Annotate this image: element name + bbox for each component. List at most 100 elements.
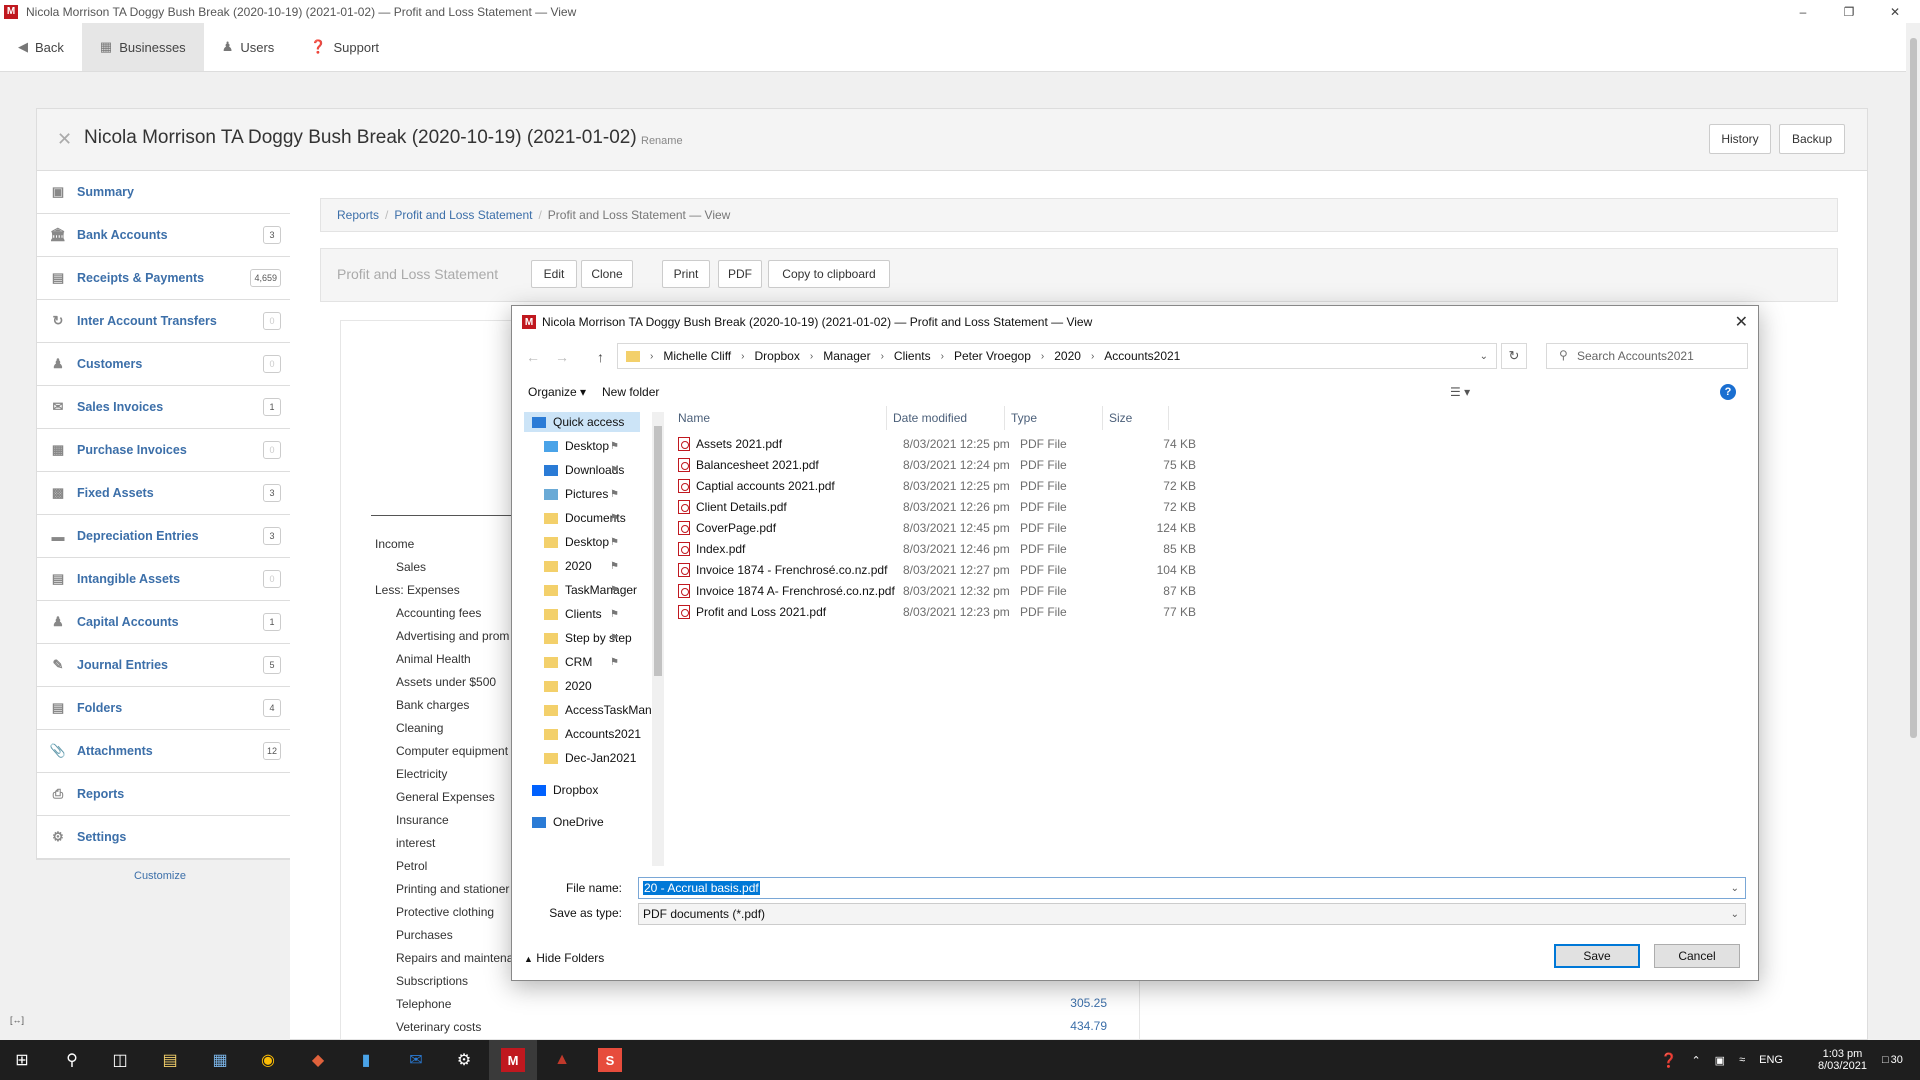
path-segment[interactable]: Clients [894,349,931,363]
maximize-button[interactable]: ❐ [1826,0,1872,23]
breadcrumb-reports[interactable]: Reports [337,208,379,222]
settings-icon[interactable]: ⚙ [452,1048,476,1072]
save-button[interactable]: Save [1554,944,1640,968]
sidebar-item-customers[interactable]: ♟ Customers 0 [37,343,291,386]
path-segment[interactable]: Dropbox [755,349,800,363]
sidebar-item-reports[interactable]: ⎙ Reports [37,773,291,816]
nav-item[interactable]: CRM ⚑ [544,652,619,672]
dialog-close-icon[interactable]: ✕ [1735,312,1748,332]
nav-item[interactable]: Downloads ⚑ [544,460,624,480]
nav-item[interactable]: Step by step ⚑ [544,628,632,648]
s-app-icon[interactable]: S [598,1048,622,1072]
chevron-up-icon[interactable]: ⌃ [1691,1054,1700,1067]
back-arrow-icon[interactable]: ← [526,349,540,365]
app-icon[interactable]: ◆ [306,1048,330,1072]
new-folder-button[interactable]: New folder [602,385,659,399]
save-as-type-select[interactable]: PDF documents (*.pdf) ⌄ [638,903,1746,925]
sidebar-item-bank-accounts[interactable]: 🏛 Bank Accounts 3 [37,214,291,257]
column-header-name[interactable]: Name [664,406,887,430]
page-scrollbar[interactable] [1906,23,1920,1040]
document-icon[interactable]: ▮ [354,1048,378,1072]
nav-item[interactable]: OneDrive [532,812,604,832]
sidebar-item-inter-account-transfers[interactable]: ↻ Inter Account Transfers 0 [37,300,291,343]
view-options-icon[interactable]: ☰ ▾ [1450,385,1470,399]
nav-item[interactable]: Pictures ⚑ [544,484,619,504]
notifications-button[interactable]: □ 30 [1882,1040,1903,1080]
sidebar-item-fixed-assets[interactable]: ▩ Fixed Assets 3 [37,472,291,515]
nav-item[interactable]: 2020 [544,676,592,696]
rename-link[interactable]: Rename [641,135,683,147]
search-input[interactable]: ⚲ Search Accounts2021 [1546,343,1748,369]
battery-icon[interactable]: ▣ [1715,1054,1725,1067]
nav-item[interactable]: Dropbox [532,780,598,800]
file-row[interactable]: Invoice 1874 - Frenchrosé.co.nz.pdf 8/03/… [678,562,1196,579]
manager-app-icon[interactable]: M [501,1048,525,1072]
file-row[interactable]: Index.pdf 8/03/2021 12:46 pm PDF File 85 KB [678,541,1196,558]
chevron-down-icon[interactable]: ⌄ [1731,883,1739,894]
customize-link[interactable]: Customize [134,870,186,882]
sidebar-item-folders[interactable]: ▤ Folders 4 [37,687,291,730]
sidebar-item-intangible-assets[interactable]: ▤ Intangible Assets 0 [37,558,291,601]
path-segment[interactable]: Peter Vroegop [954,349,1031,363]
chrome-icon[interactable]: ◉ [256,1048,280,1072]
column-header-size[interactable]: Size [1103,406,1169,430]
help-tray-icon[interactable]: ❓ [1660,1052,1677,1069]
nav-item[interactable]: Desktop ⚑ [544,436,619,456]
clone-button[interactable]: Clone [581,260,633,288]
path-segment[interactable]: Michelle Cliff [663,349,731,363]
help-icon[interactable]: ? [1720,384,1736,400]
chevron-down-icon[interactable]: ⌄ [1480,351,1488,362]
file-row[interactable]: Assets 2021.pdf 8/03/2021 12:25 pm PDF Fil… [678,436,1196,453]
support-tab[interactable]: ❓ Support [292,23,397,71]
navigation-pane-scrollbar[interactable] [652,412,664,866]
sidebar-item-attachments[interactable]: 📎 Attachments 12 [37,730,291,773]
nav-item[interactable]: Clients ⚑ [544,604,619,624]
windows-start-icon[interactable]: ⊞ [10,1048,34,1072]
nav-item[interactable]: Documents ⚑ [544,508,626,528]
file-row[interactable]: Invoice 1874 A- Frenchrosé.co.nz.pdf 8/03… [678,583,1196,600]
sidebar-item-depreciation-entries[interactable]: ▬ Depreciation Entries 3 [37,515,291,558]
address-bar[interactable]: › Michelle Cliff › Dropbox › Manager › C… [617,343,1497,369]
nav-item[interactable]: Quick access [524,412,640,432]
column-header-date[interactable]: Date modified [887,406,1005,430]
sidebar-item-sales-invoices[interactable]: ✉ Sales Invoices 1 [37,386,291,429]
close-window-button[interactable]: ✕ [1872,0,1918,23]
back-button[interactable]: ◀ Back [0,23,82,71]
file-row[interactable]: Balancesheet 2021.pdf 8/03/2021 12:24 pm P… [678,457,1196,474]
language-indicator[interactable]: ENG [1759,1054,1783,1066]
sidebar-item-journal-entries[interactable]: ✎ Journal Entries 5 [37,644,291,687]
refresh-button[interactable]: ↻ [1501,343,1527,369]
task-view-icon[interactable]: ◫ [108,1048,132,1072]
sidebar-item-settings[interactable]: ⚙ Settings [37,816,291,859]
nav-item[interactable]: TaskManager ⚑ [544,580,637,600]
file-name-input[interactable]: 20 - Accrual basis.pdf ⌄ [638,877,1746,899]
nav-item[interactable]: AccessTaskMana [544,700,653,720]
veterinary-value[interactable]: 434.79 [1037,1019,1107,1033]
wifi-icon[interactable]: ≈ [1739,1054,1745,1066]
column-header-type[interactable]: Type [1005,406,1103,430]
nav-item[interactable]: Dec-Jan2021 [544,748,636,768]
sidebar-item-purchase-invoices[interactable]: ▦ Purchase Invoices 0 [37,429,291,472]
page-scrollbar-thumb[interactable] [1910,38,1917,738]
search-icon[interactable]: ⚲ [60,1048,84,1072]
organize-button[interactable]: Organize ▾ [528,385,586,399]
nav-item[interactable]: Desktop ⚑ [544,532,619,552]
hide-folders-button[interactable]: ▲ Hide Folders [524,951,604,965]
navigation-pane-scrollbar-thumb[interactable] [654,426,662,676]
backup-button[interactable]: Backup [1779,124,1845,154]
acrobat-icon[interactable]: ▲ [550,1048,574,1072]
path-segment[interactable]: Manager [823,349,870,363]
expand-icon[interactable]: [↔] [10,1015,24,1025]
users-tab[interactable]: ♟ Users [204,23,293,71]
nav-item[interactable]: 2020 ⚑ [544,556,619,576]
copy-to-clipboard-button[interactable]: Copy to clipboard [768,260,890,288]
sidebar-item-capital-accounts[interactable]: ♟ Capital Accounts 1 [37,601,291,644]
minimize-button[interactable]: – [1780,0,1826,23]
path-segment[interactable]: Accounts2021 [1104,349,1180,363]
businesses-tab[interactable]: ▦ Businesses [81,23,204,71]
nav-item[interactable]: Accounts2021 [544,724,641,744]
history-button[interactable]: History [1709,124,1771,154]
outlook-icon[interactable]: ✉ [404,1048,428,1072]
calculator-icon[interactable]: ▦ [208,1048,232,1072]
file-explorer-icon[interactable]: ▤ [158,1048,182,1072]
